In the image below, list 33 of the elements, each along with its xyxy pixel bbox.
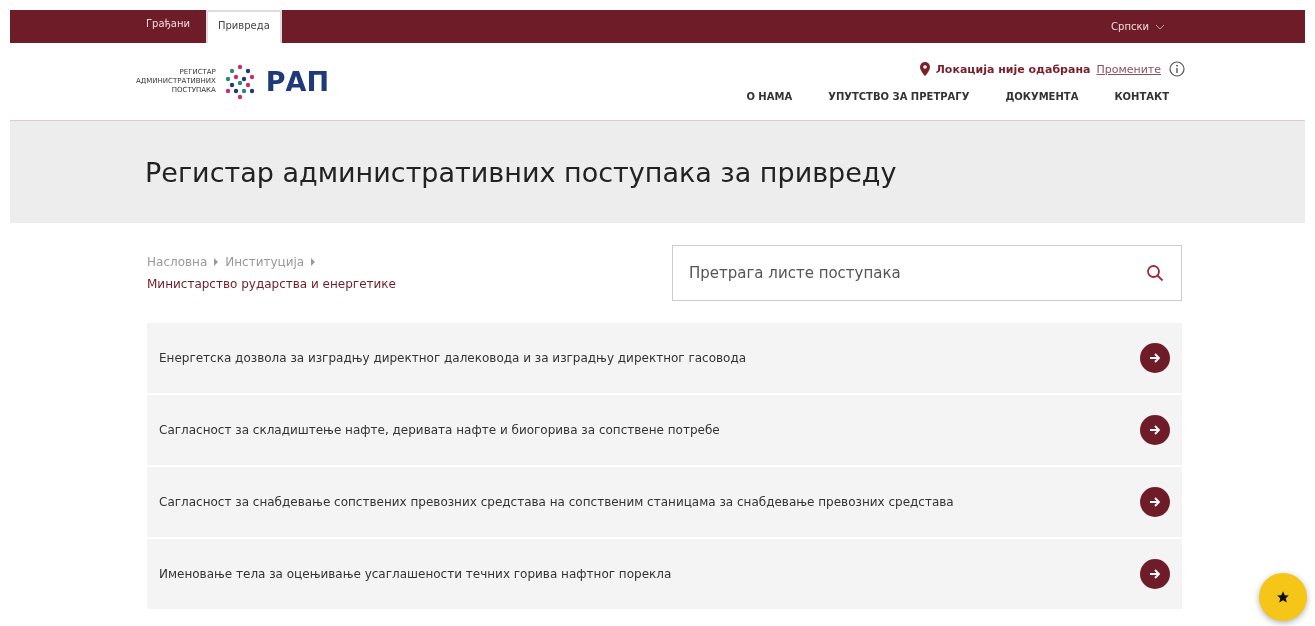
info-icon[interactable]: [1169, 61, 1185, 77]
procedure-item[interactable]: Енергетска дозвола за изградњу директног далековода и за изградњу директног гасовода: [147, 323, 1182, 393]
search-field[interactable]: Претрага листе поступака: [672, 245, 1182, 301]
logo-wordmark: РАП: [265, 66, 330, 97]
nav-link[interactable]: КОНТАКТ: [1114, 91, 1169, 102]
procedure-title: Именовање тела за оцењивање усаглашености течних горива нафтног порекла: [159, 566, 672, 583]
audience-tab[interactable]: Грађани: [136, 10, 200, 43]
arrow-circle-icon: [1140, 415, 1170, 445]
nav-link[interactable]: УПУТСТВО ЗА ПРЕТРАГУ: [828, 91, 970, 102]
arrow-circle-icon: [1140, 343, 1170, 373]
nav-link[interactable]: ДОКУМЕНТА: [1005, 91, 1079, 102]
chevron-icon: [213, 258, 220, 266]
procedure-item[interactable]: Сагласност за снабдевање сопствених превозних средстава на сопственим станицама за снабдевање превозних средстава: [147, 467, 1182, 537]
nav-link[interactable]: О НАМА: [746, 91, 793, 102]
page-title: Регистар административних поступака за привреду: [145, 156, 897, 188]
arrow-circle-icon: [1140, 559, 1170, 589]
chevron-icon: [310, 258, 317, 266]
location-status: Локација није одабрана: [935, 62, 1091, 76]
procedure-item[interactable]: Сагласност за складиштење нафте, деривата нафте и биогорива за сопствене потребе: [147, 395, 1182, 465]
change-location-link[interactable]: Промените: [1096, 62, 1161, 76]
favorites-button[interactable]: [1259, 573, 1307, 621]
procedure-item[interactable]: Именовање тела за оцењивање усаглашености течних горива нафтног порекла: [147, 539, 1182, 609]
location-pin-icon: [919, 62, 930, 76]
language-selector[interactable]: Српски: [1111, 21, 1165, 32]
procedure-title: Сагласност за снабдевање сопствених превозних средстава на сопственим станицама за снабдевање превозних средстава: [159, 494, 954, 511]
arrow-circle-icon: [1140, 487, 1170, 517]
audience-tab[interactable]: Привреда: [206, 10, 282, 43]
star-icon: [1276, 590, 1290, 604]
breadcrumb-current: Министарство рударства и енергетике: [147, 277, 396, 291]
procedure-title: Сагласност за складиштење нафте, деривата нафте и биогорива за сопствене потребе: [159, 422, 720, 439]
search-icon[interactable]: [1146, 264, 1164, 282]
procedure-title: Енергетска дозвола за изградњу директног далековода и за изградњу директног гасовода: [159, 350, 747, 367]
caret-icon: [1155, 23, 1165, 30]
